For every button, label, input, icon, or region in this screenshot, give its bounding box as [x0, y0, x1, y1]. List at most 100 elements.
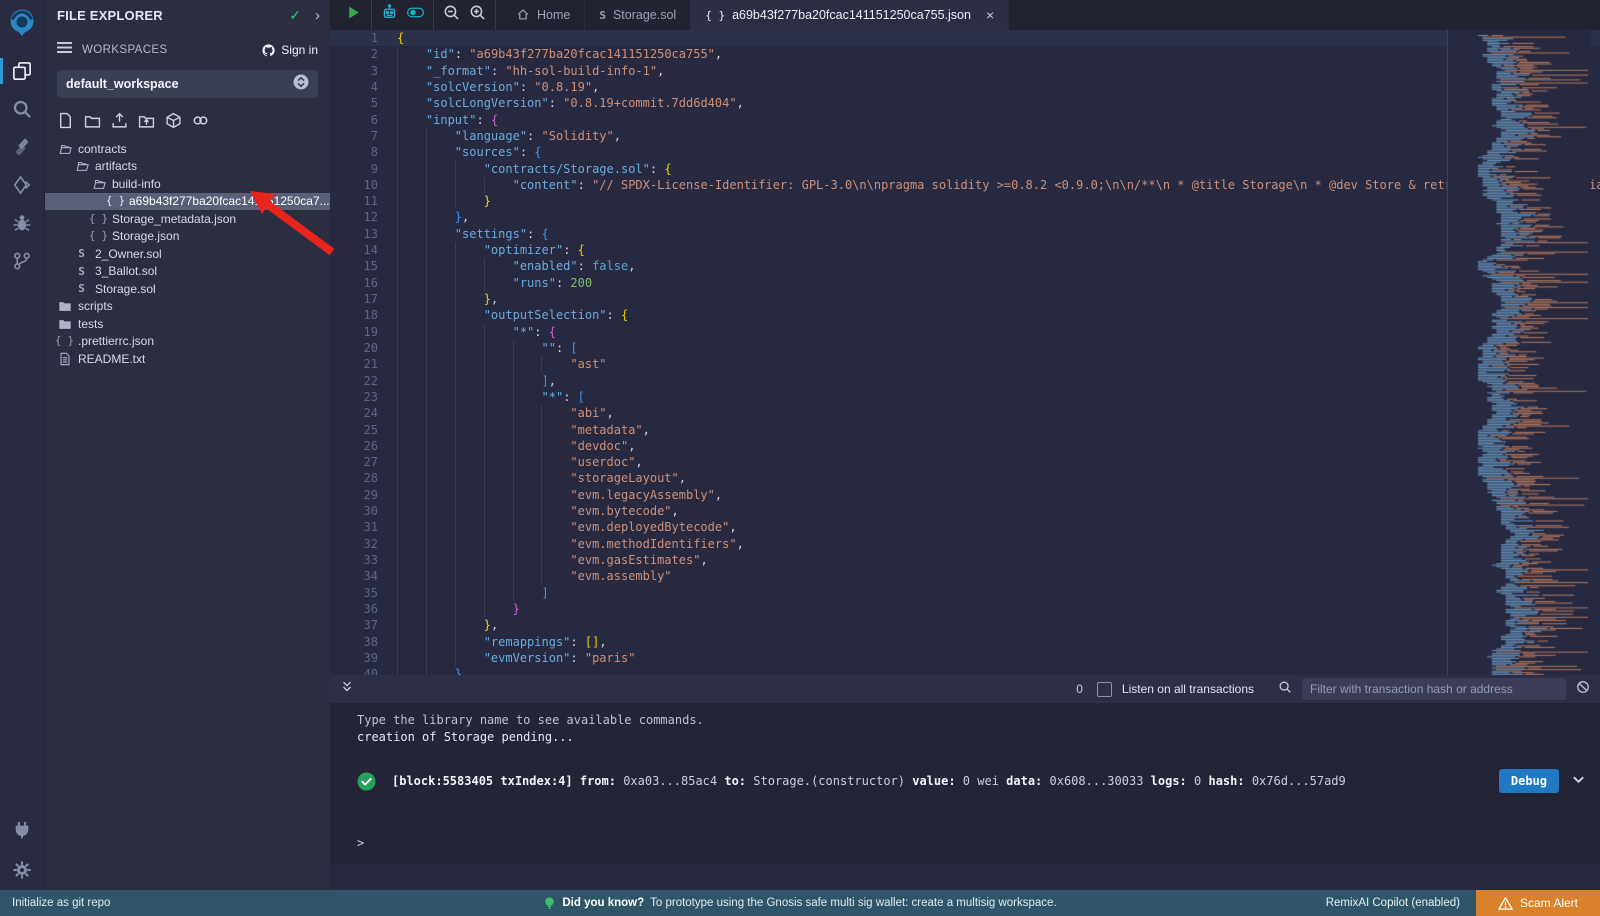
code-line[interactable]: 11 } — [330, 193, 1600, 209]
run-script-icon[interactable] — [345, 4, 362, 26]
copilot-status[interactable]: RemixAI Copilot (enabled) — [1326, 897, 1460, 909]
code-line[interactable]: 17 }, — [330, 291, 1600, 307]
zoom-in-icon[interactable] — [469, 4, 486, 26]
git-icon[interactable] — [0, 242, 45, 280]
code-line[interactable]: 7 "language": "Solidity", — [330, 128, 1600, 144]
tree-item[interactable]: { }Storage.json — [45, 228, 330, 246]
tree-item[interactable]: { }Storage_metadata.json — [45, 210, 330, 228]
code-line[interactable]: 36 } — [330, 601, 1600, 617]
code-line[interactable]: 5 "solcLongVersion": "0.8.19+commit.7dd6… — [330, 95, 1600, 111]
tree-item[interactable]: scripts — [45, 298, 330, 316]
code-line[interactable]: 4 "solcVersion": "0.8.19", — [330, 79, 1600, 95]
minimap[interactable] — [1447, 30, 1591, 705]
cube-icon[interactable] — [165, 112, 182, 134]
deploy-and-run-icon[interactable] — [0, 166, 45, 204]
code-line[interactable]: 38 "remappings": [], — [330, 634, 1600, 650]
tree-item[interactable]: contracts — [45, 140, 330, 158]
code-line[interactable]: 3 "_format": "hh-sol-build-info-1", — [330, 63, 1600, 79]
code-line[interactable]: 9 "contracts/Storage.sol": { — [330, 161, 1600, 177]
code-line[interactable]: 22 ], — [330, 373, 1600, 389]
tree-item[interactable]: { }.prettierrc.json — [45, 333, 330, 351]
code-line[interactable]: 26 "devdoc", — [330, 438, 1600, 454]
code-line[interactable]: 30 "evm.bytecode", — [330, 503, 1600, 519]
tab-storage-sol[interactable]: SStorage.sol — [585, 0, 691, 30]
github-sign-in[interactable]: Sign in — [261, 43, 318, 58]
chevron-down-icon[interactable] — [1571, 772, 1586, 790]
code-line[interactable]: 16 "runs": 200 — [330, 275, 1600, 291]
code-line[interactable]: 29 "evm.legacyAssembly", — [330, 487, 1600, 503]
code-line[interactable]: 37 }, — [330, 617, 1600, 633]
terminal[interactable]: Type the library name to see available c… — [330, 703, 1600, 864]
chevron-right-icon[interactable]: › — [315, 7, 320, 24]
code-line[interactable]: 8 "sources": { — [330, 144, 1600, 160]
workspace-select[interactable]: default_workspace — [57, 70, 318, 98]
close-tab-icon[interactable]: × — [986, 7, 994, 23]
tree-item[interactable]: README.txt — [45, 350, 330, 368]
file-explorer-icon[interactable] — [0, 52, 45, 90]
upload-folder-icon[interactable] — [138, 112, 155, 134]
editor-toolbar-group — [336, 0, 372, 30]
expand-terminal-icon[interactable] — [340, 680, 354, 699]
transaction-filter-input[interactable] — [1302, 678, 1566, 700]
code-line[interactable]: 18 "outputSelection": { — [330, 307, 1600, 323]
plugin-manager-icon[interactable] — [0, 810, 45, 850]
code-line[interactable]: 13 "settings": { — [330, 226, 1600, 242]
code-line[interactable]: 23 "*": [ — [330, 389, 1600, 405]
remix-logo-icon[interactable] — [5, 6, 39, 40]
listen-checkbox[interactable] — [1097, 682, 1112, 697]
debug-button[interactable]: Debug — [1499, 769, 1559, 793]
editor-ai-toggle-icon[interactable] — [407, 4, 424, 26]
code-line[interactable]: 32 "evm.methodIdentifiers", — [330, 536, 1600, 552]
tab-home[interactable]: Home — [502, 0, 585, 30]
code-line[interactable]: 35 ] — [330, 585, 1600, 601]
solidity-compiler-icon[interactable] — [0, 128, 45, 166]
code-line[interactable]: 28 "storageLayout", — [330, 470, 1600, 486]
code-line[interactable]: 24 "abi", — [330, 405, 1600, 421]
new-folder-icon[interactable] — [84, 112, 101, 134]
scam-alert-button[interactable]: Scam Alert — [1476, 890, 1600, 916]
code-line[interactable]: 33 "evm.gasEstimates", — [330, 552, 1600, 568]
ban-icon[interactable] — [1576, 680, 1590, 699]
settings-icon[interactable] — [0, 850, 45, 890]
code-line[interactable]: 31 "evm.deployedBytecode", — [330, 519, 1600, 535]
remixai-assistant-icon[interactable] — [381, 4, 398, 26]
code-line[interactable]: 21 "ast" — [330, 356, 1600, 372]
tab-a69b43f277ba20fcac141151250ca755-json[interactable]: { }a69b43f277ba20fcac141151250ca755.json… — [691, 0, 1009, 30]
code-line[interactable]: 10 "content": "// SPDX-License-Identifie… — [330, 177, 1600, 193]
code-line[interactable]: 15 "enabled": false, — [330, 258, 1600, 274]
tree-item[interactable]: S2_Owner.sol — [45, 245, 330, 263]
indent-guide — [455, 634, 456, 650]
link-icon[interactable] — [192, 112, 209, 134]
transaction-row[interactable]: [block:5583405 txIndex:4] from: 0xa03...… — [357, 769, 1586, 793]
terminal-prompt[interactable]: > — [357, 836, 364, 850]
indent-guide — [513, 422, 514, 438]
tree-item[interactable]: SStorage.sol — [45, 280, 330, 298]
tree-item[interactable]: { }a69b43f277ba20fcac141151250ca7... — [45, 193, 330, 211]
new-file-icon[interactable] — [57, 112, 74, 134]
code-line[interactable]: 6 "input": { — [330, 112, 1600, 128]
code-line[interactable]: 2 "id": "a69b43f277ba20fcac141151250ca75… — [330, 46, 1600, 62]
code-line[interactable]: 20 "": [ — [330, 340, 1600, 356]
indent-guide — [426, 291, 427, 307]
zoom-out-icon[interactable] — [443, 4, 460, 26]
code-line[interactable]: 27 "userdoc", — [330, 454, 1600, 470]
tree-item[interactable]: build-info — [45, 175, 330, 193]
code-line-text: { — [397, 31, 404, 45]
search-icon[interactable] — [0, 90, 45, 128]
code-line[interactable]: 12 }, — [330, 209, 1600, 225]
hamburger-menu-icon[interactable] — [57, 41, 72, 59]
tree-item[interactable]: tests — [45, 315, 330, 333]
code-line[interactable]: 34 "evm.assembly" — [330, 568, 1600, 584]
code-line[interactable]: 14 "optimizer": { — [330, 242, 1600, 258]
code-editor[interactable]: 1{2 "id": "a69b43f277ba20fcac141151250ca… — [330, 30, 1600, 705]
git-init-button[interactable]: Initialize as git repo — [0, 897, 110, 909]
code-line[interactable]: 1{ — [330, 30, 1600, 46]
code-line[interactable]: 19 "*": { — [330, 324, 1600, 340]
code-line[interactable]: 39 "evmVersion": "paris" — [330, 650, 1600, 666]
tree-item[interactable]: artifacts — [45, 158, 330, 176]
workspace-stepper-icon[interactable] — [293, 74, 309, 95]
code-line[interactable]: 25 "metadata", — [330, 422, 1600, 438]
debugger-icon[interactable] — [0, 204, 45, 242]
upload-file-icon[interactable] — [111, 112, 128, 134]
tree-item[interactable]: S3_Ballot.sol — [45, 263, 330, 281]
